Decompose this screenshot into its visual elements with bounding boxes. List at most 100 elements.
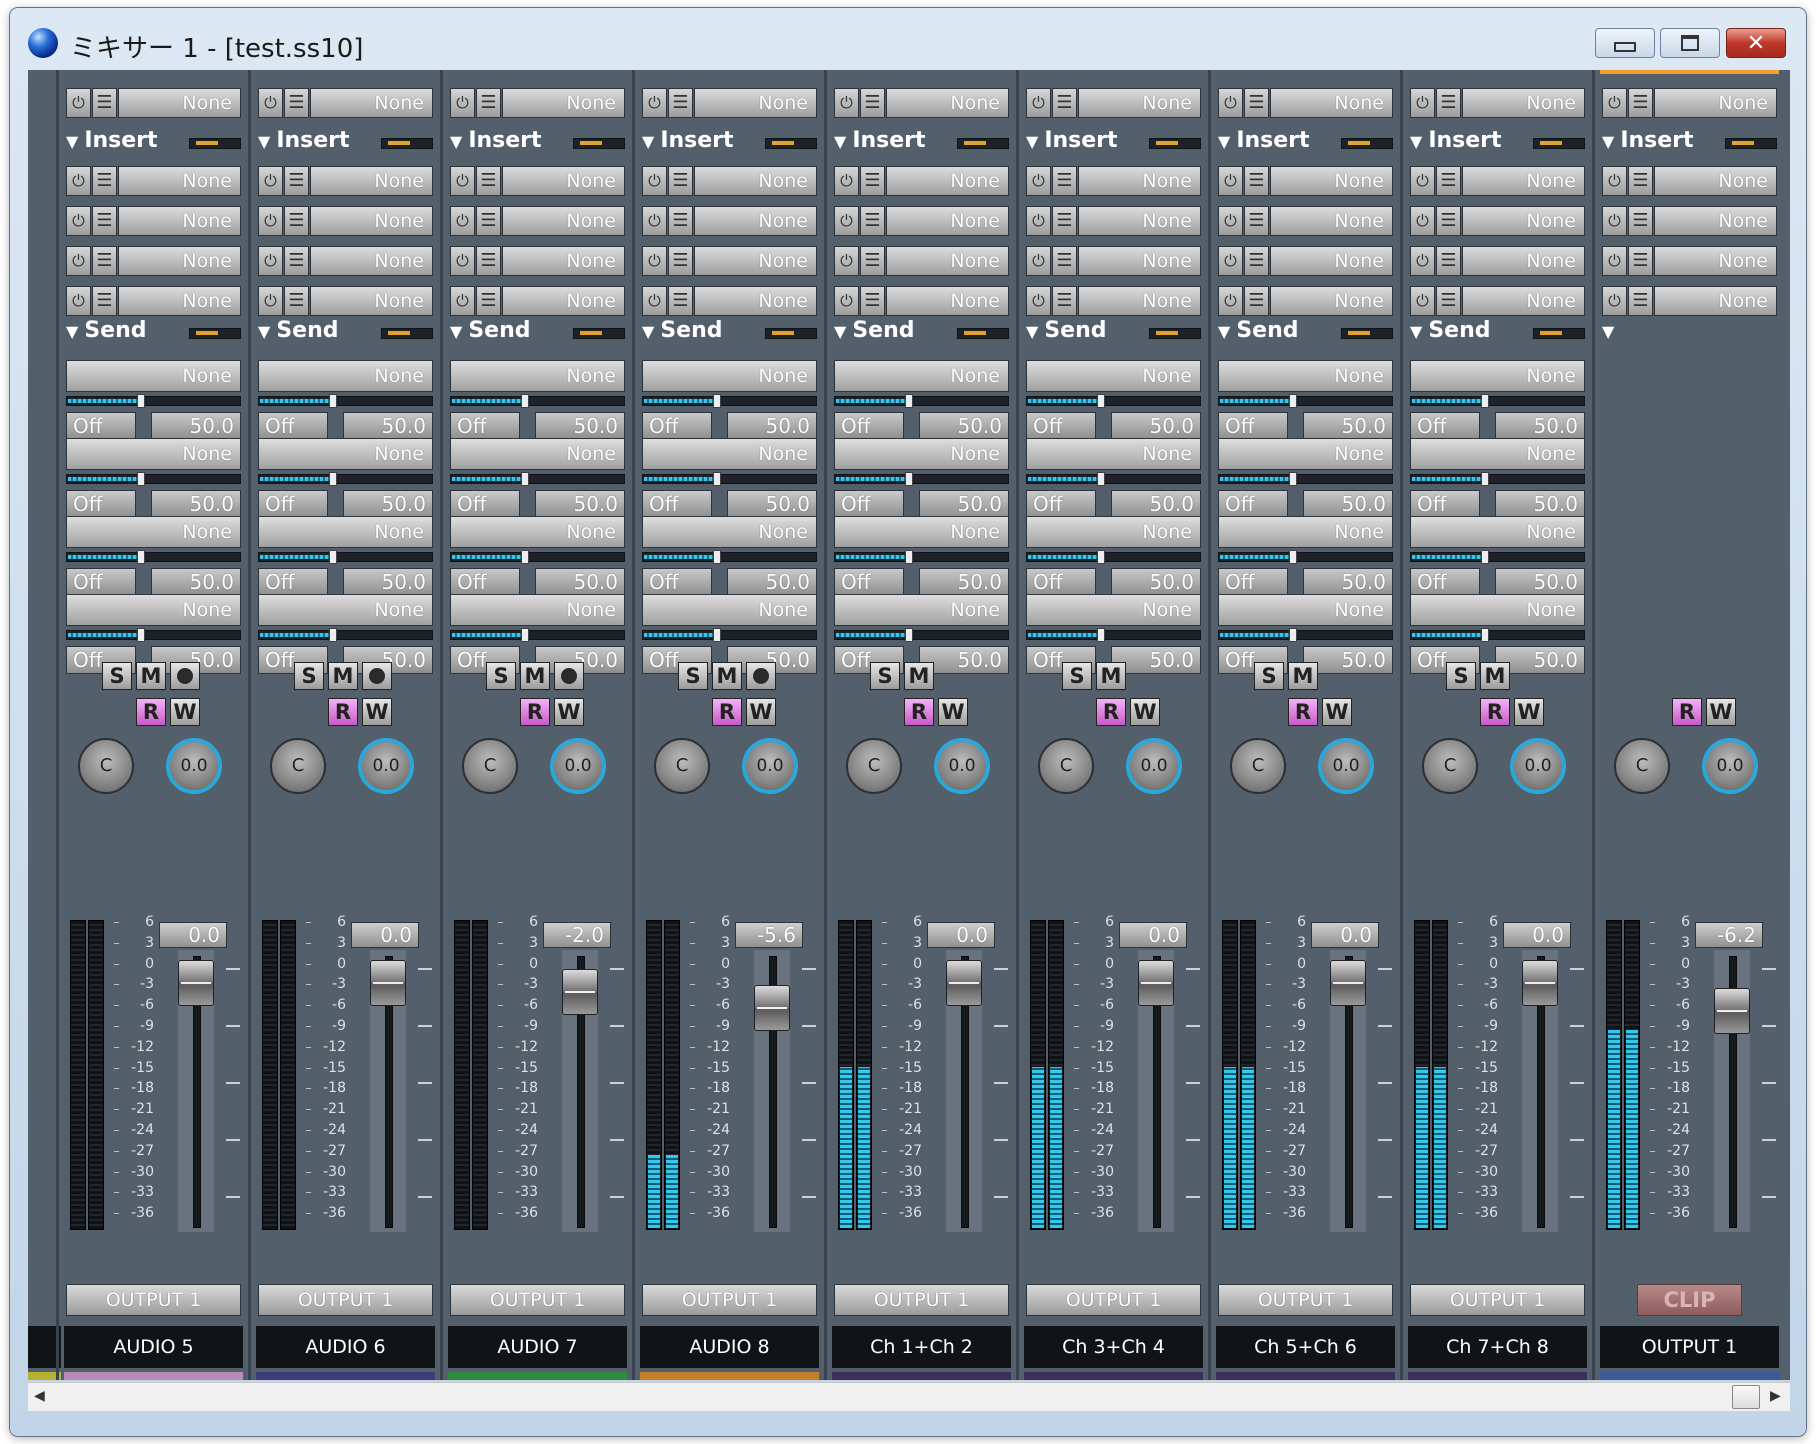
mute-button[interactable]: M	[1096, 662, 1126, 690]
insert-menu-icon[interactable]: ☰	[1436, 286, 1461, 316]
width-knob[interactable]: 0.0	[1126, 738, 1182, 794]
write-automation-button[interactable]: W	[1322, 698, 1352, 726]
send-header[interactable]: ▼ Send	[66, 316, 241, 346]
send-destination[interactable]: None	[1026, 594, 1201, 626]
fader-handle[interactable]	[178, 960, 214, 1006]
insert-slot[interactable]: ⏻ ☰ None	[834, 166, 1009, 196]
insert-effect-name[interactable]: None	[886, 286, 1009, 316]
send-level-slider[interactable]	[66, 628, 241, 642]
insert-effect-name[interactable]: None	[1462, 246, 1585, 276]
insert-menu-icon[interactable]: ☰	[476, 206, 501, 236]
send-level-slider[interactable]	[1218, 628, 1393, 642]
send-slider-knob[interactable]	[521, 550, 529, 564]
send-level-value[interactable]: 50.0	[1495, 412, 1585, 440]
send-slider-knob[interactable]	[905, 550, 913, 564]
send-level-slider[interactable]	[258, 394, 433, 408]
insert-menu-icon[interactable]: ☰	[284, 88, 309, 118]
volume-value[interactable]: -5.6	[735, 922, 803, 948]
insert-effect-name[interactable]: None	[1078, 286, 1201, 316]
insert-menu-icon[interactable]: ☰	[284, 286, 309, 316]
send-destination[interactable]: None	[66, 594, 241, 626]
send-prepost-toggle[interactable]: Off	[450, 412, 520, 440]
pan-knob[interactable]: C	[1038, 738, 1094, 794]
insert-power-icon[interactable]: ⏻	[1026, 206, 1051, 236]
insert-slot[interactable]: ⏻ ☰ None	[1602, 88, 1777, 118]
send-destination[interactable]: None	[1410, 360, 1585, 392]
insert-power-icon[interactable]: ⏻	[66, 166, 91, 196]
insert-header[interactable]: ▼ Insert	[1602, 126, 1777, 156]
send-slider-knob[interactable]	[1481, 550, 1489, 564]
title-bar[interactable]: ミキサー 1 - [test.ss10] ✕	[10, 8, 1806, 64]
insert-effect-name[interactable]: None	[1654, 166, 1777, 196]
insert-slot[interactable]: ⏻ ☰ None	[1410, 286, 1585, 316]
insert-header[interactable]: ▼ Insert	[258, 126, 433, 156]
send-slider-knob[interactable]	[137, 394, 145, 408]
insert-slot[interactable]: ⏻ ☰ None	[258, 166, 433, 196]
insert-effect-name[interactable]: None	[1462, 166, 1585, 196]
insert-effect-name[interactable]: None	[694, 246, 817, 276]
send-destination[interactable]: None	[66, 516, 241, 548]
insert-effect-name[interactable]: None	[1078, 166, 1201, 196]
insert-effect-name[interactable]: None	[310, 246, 433, 276]
send-level-slider[interactable]	[642, 628, 817, 642]
send-collapse-icon[interactable]: ▼	[258, 322, 270, 341]
mute-button[interactable]: M	[136, 662, 166, 690]
insert-effect-name[interactable]: None	[502, 206, 625, 236]
send-header[interactable]: ▼	[1602, 316, 1777, 346]
insert-menu-icon[interactable]: ☰	[1628, 88, 1653, 118]
record-arm-button[interactable]	[170, 662, 200, 690]
send-level-slider[interactable]	[642, 472, 817, 486]
send-level-slider[interactable]	[450, 394, 625, 408]
volume-value[interactable]: 0.0	[1311, 922, 1379, 948]
send-level-value[interactable]: 50.0	[1495, 568, 1585, 596]
insert-power-icon[interactable]: ⏻	[642, 206, 667, 236]
send-level-slider[interactable]	[834, 472, 1009, 486]
insert-power-icon[interactable]: ⏻	[834, 206, 859, 236]
insert-collapse-icon[interactable]: ▼	[1218, 132, 1230, 151]
volume-value[interactable]: -2.0	[543, 922, 611, 948]
send-level-slider[interactable]	[642, 394, 817, 408]
insert-slot[interactable]: ⏻ ☰ None	[1026, 166, 1201, 196]
send-level-slider[interactable]	[1410, 628, 1585, 642]
send-header[interactable]: ▼ Send	[1026, 316, 1201, 346]
insert-slot[interactable]: ⏻ ☰ None	[1410, 88, 1585, 118]
send-level-value[interactable]: 50.0	[535, 568, 625, 596]
insert-slot[interactable]: ⏻ ☰ None	[258, 286, 433, 316]
insert-power-icon[interactable]: ⏻	[642, 286, 667, 316]
channel-name[interactable]: AUDIO 5	[64, 1326, 243, 1368]
send-level-slider[interactable]	[258, 550, 433, 564]
insert-power-icon[interactable]: ⏻	[1026, 166, 1051, 196]
send-level-slider[interactable]	[66, 472, 241, 486]
fader-handle[interactable]	[946, 960, 982, 1006]
insert-effect-name[interactable]: None	[118, 88, 241, 118]
send-collapse-icon[interactable]: ▼	[834, 322, 846, 341]
send-level-value[interactable]: 50.0	[727, 568, 817, 596]
insert-effect-name[interactable]: None	[1654, 206, 1777, 236]
insert-slot[interactable]: ⏻ ☰ None	[642, 166, 817, 196]
width-knob[interactable]: 0.0	[1510, 738, 1566, 794]
send-destination[interactable]: None	[1026, 516, 1201, 548]
insert-slot[interactable]: ⏻ ☰ None	[1602, 206, 1777, 236]
send-destination[interactable]: None	[450, 594, 625, 626]
mute-button[interactable]: M	[1480, 662, 1510, 690]
insert-menu-icon[interactable]: ☰	[668, 246, 693, 276]
insert-power-icon[interactable]: ⏻	[834, 88, 859, 118]
send-header[interactable]: ▼ Send	[834, 316, 1009, 346]
send-destination[interactable]: None	[834, 438, 1009, 470]
insert-slot[interactable]: ⏻ ☰ None	[66, 88, 241, 118]
send-slider-knob[interactable]	[905, 628, 913, 642]
record-arm-button[interactable]	[362, 662, 392, 690]
insert-effect-name[interactable]: None	[118, 166, 241, 196]
insert-collapse-icon[interactable]: ▼	[1026, 132, 1038, 151]
send-destination[interactable]: None	[1218, 516, 1393, 548]
volume-value[interactable]: 0.0	[1119, 922, 1187, 948]
scroll-right-icon[interactable]: ▶	[1770, 1388, 1781, 1404]
solo-button[interactable]: S	[678, 662, 708, 690]
send-destination[interactable]: None	[834, 594, 1009, 626]
send-level-value[interactable]: 50.0	[1303, 568, 1393, 596]
send-level-value[interactable]: 50.0	[535, 412, 625, 440]
output-routing-button[interactable]: OUTPUT 1	[66, 1284, 241, 1316]
insert-menu-icon[interactable]: ☰	[1052, 88, 1077, 118]
send-level-slider[interactable]	[642, 550, 817, 564]
insert-collapse-icon[interactable]: ▼	[1410, 132, 1422, 151]
